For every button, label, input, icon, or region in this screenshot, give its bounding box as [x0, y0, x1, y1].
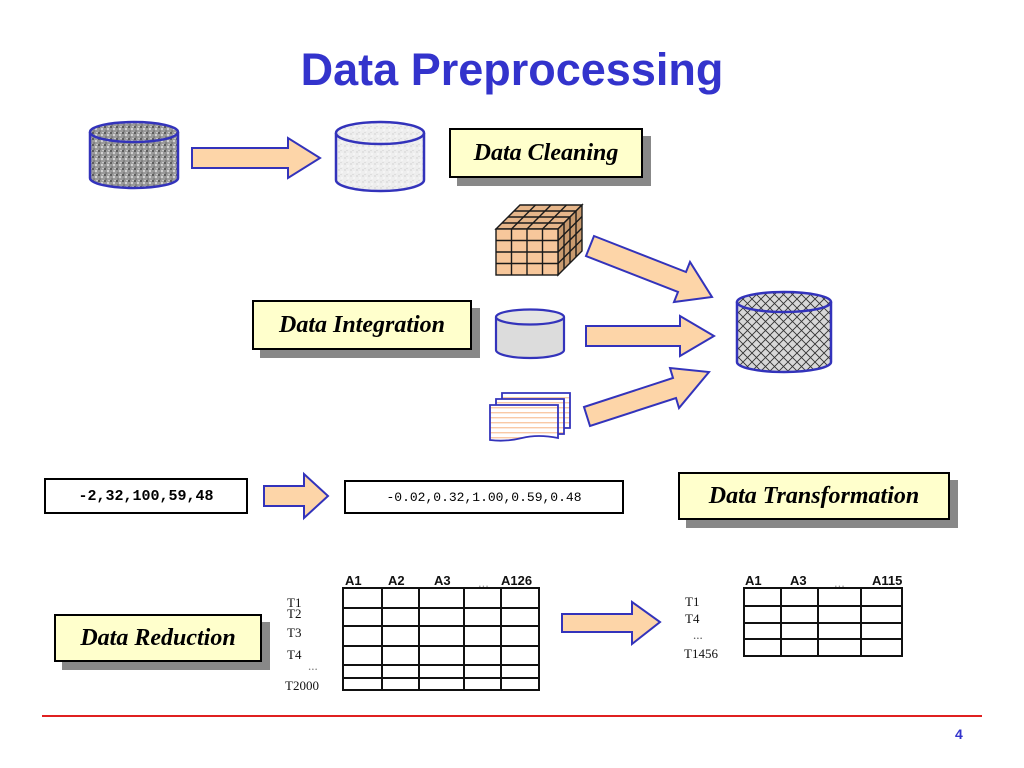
flat-files-icon [489, 392, 571, 442]
data-integration-label: Data Integration [252, 300, 472, 350]
arrow-cube-to-warehouse [584, 234, 714, 304]
raw-values: -2,32,100,59,48 [78, 487, 214, 505]
data-warehouse-icon [735, 290, 833, 374]
after-row-T1456: T1456 [684, 646, 718, 661]
data-transformation-label: Data Transformation [678, 472, 950, 520]
database-noisy-icon [88, 120, 180, 190]
before-row-T2: T2 [287, 606, 302, 621]
before-row-T3: T3 [287, 625, 302, 640]
arrow-transformation [263, 471, 330, 521]
page-title: Data Preprocessing [300, 44, 724, 95]
database-icon [494, 308, 566, 360]
database-clean-icon [334, 120, 426, 193]
after-col-A3: A3 [790, 573, 807, 588]
data-transformation-text: Data Transformation [708, 482, 920, 509]
before-row-T2000: T2000 [285, 678, 319, 693]
after-col-A115: A115 [872, 573, 903, 588]
footer-divider [42, 715, 982, 717]
data-cleaning-text: Data Cleaning [473, 139, 619, 166]
normalized-values: -0.02,0.32,1.00,0.59,0.48 [386, 489, 582, 505]
data-cleaning-label: Data Cleaning [449, 128, 643, 178]
before-col-A126: A126 [501, 573, 533, 588]
before-col-A1: A1 [345, 573, 362, 588]
arrow-cleaning [191, 136, 322, 180]
arrow-reduction [561, 600, 662, 647]
arrow-db-to-warehouse [585, 314, 716, 358]
after-row-ellipsis: ... [693, 627, 703, 642]
data-integration-text: Data Integration [278, 311, 446, 338]
before-col-A2: A2 [388, 573, 405, 588]
data-cube-icon [494, 203, 584, 277]
after-row-T4: T4 [685, 611, 700, 626]
normalized-values-box: -0.02,0.32,1.00,0.59,0.48 [344, 480, 624, 514]
data-reduction-text: Data Reduction [80, 624, 236, 651]
raw-values-box: -2,32,100,59,48 [44, 478, 248, 514]
after-col-A1: A1 [745, 573, 762, 588]
after-table-grid [743, 587, 903, 657]
before-table-grid [342, 587, 540, 691]
before-row-ellipsis: ... [308, 658, 318, 673]
page-number: 4 [955, 726, 963, 742]
after-row-T1: T1 [685, 594, 700, 609]
arrow-files-to-warehouse [582, 366, 711, 428]
data-reduction-label: Data Reduction [54, 614, 262, 662]
before-row-T4: T4 [287, 647, 302, 662]
before-col-A3: A3 [434, 573, 451, 588]
